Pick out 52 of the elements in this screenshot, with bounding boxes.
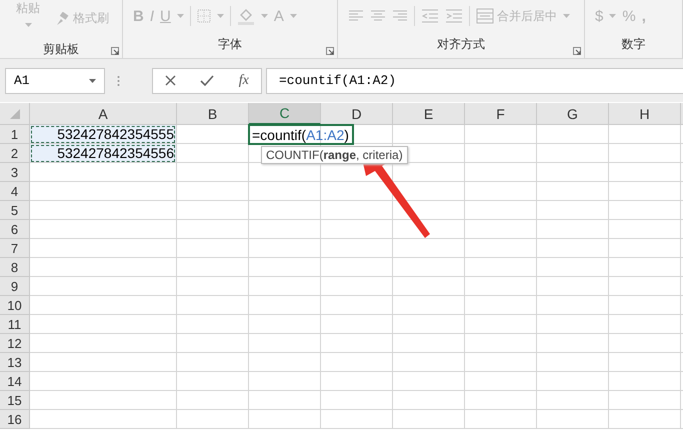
name-box[interactable]: A1: [5, 68, 105, 94]
row-header[interactable]: 12: [0, 334, 30, 353]
column-header[interactable]: H: [609, 103, 681, 125]
row-header[interactable]: 8: [0, 258, 30, 277]
column-header[interactable]: C: [249, 103, 321, 125]
row-header[interactable]: 11: [0, 315, 30, 334]
table-cell: 532427842354556: [30, 144, 176, 163]
column-header[interactable]: F: [465, 103, 537, 125]
row-header[interactable]: 3: [0, 163, 30, 182]
row-header[interactable]: 16: [0, 410, 30, 429]
merge-cells-icon: [476, 8, 494, 24]
outdent-icon[interactable]: [421, 9, 439, 23]
row-header[interactable]: 15: [0, 391, 30, 410]
launcher-icon[interactable]: [573, 47, 581, 55]
table-cell: 532427842354555: [30, 125, 176, 144]
row-header[interactable]: 6: [0, 220, 30, 239]
row-header[interactable]: 1: [0, 125, 30, 144]
row-header[interactable]: 5: [0, 201, 30, 220]
row-header[interactable]: 2: [0, 144, 30, 163]
select-all-icon[interactable]: [10, 108, 20, 118]
group-label: 对齐方式: [437, 37, 485, 51]
group-label: 数字: [622, 37, 646, 51]
group-label: 字体: [218, 37, 242, 51]
row-header[interactable]: 4: [0, 182, 30, 201]
column-header[interactable]: A: [30, 103, 177, 125]
brush-icon: [54, 12, 70, 26]
function-tooltip: COUNTIF(range, criteria): [261, 146, 408, 164]
group-label: 剪贴板: [43, 42, 79, 56]
cell-editor[interactable]: =countif(A1:A2): [249, 125, 353, 144]
cancel-icon[interactable]: [165, 75, 176, 86]
dots-icon: [117, 74, 120, 86]
row-header[interactable]: 7: [0, 239, 30, 258]
formula-field[interactable]: =countif(A1:A2): [266, 68, 683, 94]
check-icon[interactable]: [200, 75, 214, 86]
align-left-icon[interactable]: [348, 10, 364, 22]
caret-icon[interactable]: [89, 78, 96, 82]
align-right-icon[interactable]: [392, 10, 408, 22]
launcher-icon[interactable]: [111, 47, 119, 55]
border-icon[interactable]: [196, 9, 211, 23]
insert-function-button[interactable]: fx: [238, 72, 249, 88]
fill-bucket-icon[interactable]: [236, 7, 255, 25]
row-header[interactable]: 10: [0, 296, 30, 315]
row-header[interactable]: 13: [0, 353, 30, 372]
column-header[interactable]: B: [177, 103, 249, 125]
row-header[interactable]: 14: [0, 372, 30, 391]
column-header[interactable]: D: [321, 103, 393, 125]
row-header[interactable]: 9: [0, 277, 30, 296]
column-header[interactable]: E: [393, 103, 465, 125]
column-header[interactable]: G: [537, 103, 609, 125]
indent-icon[interactable]: [445, 9, 463, 23]
launcher-icon[interactable]: [326, 47, 334, 55]
align-center-icon[interactable]: [370, 10, 386, 22]
